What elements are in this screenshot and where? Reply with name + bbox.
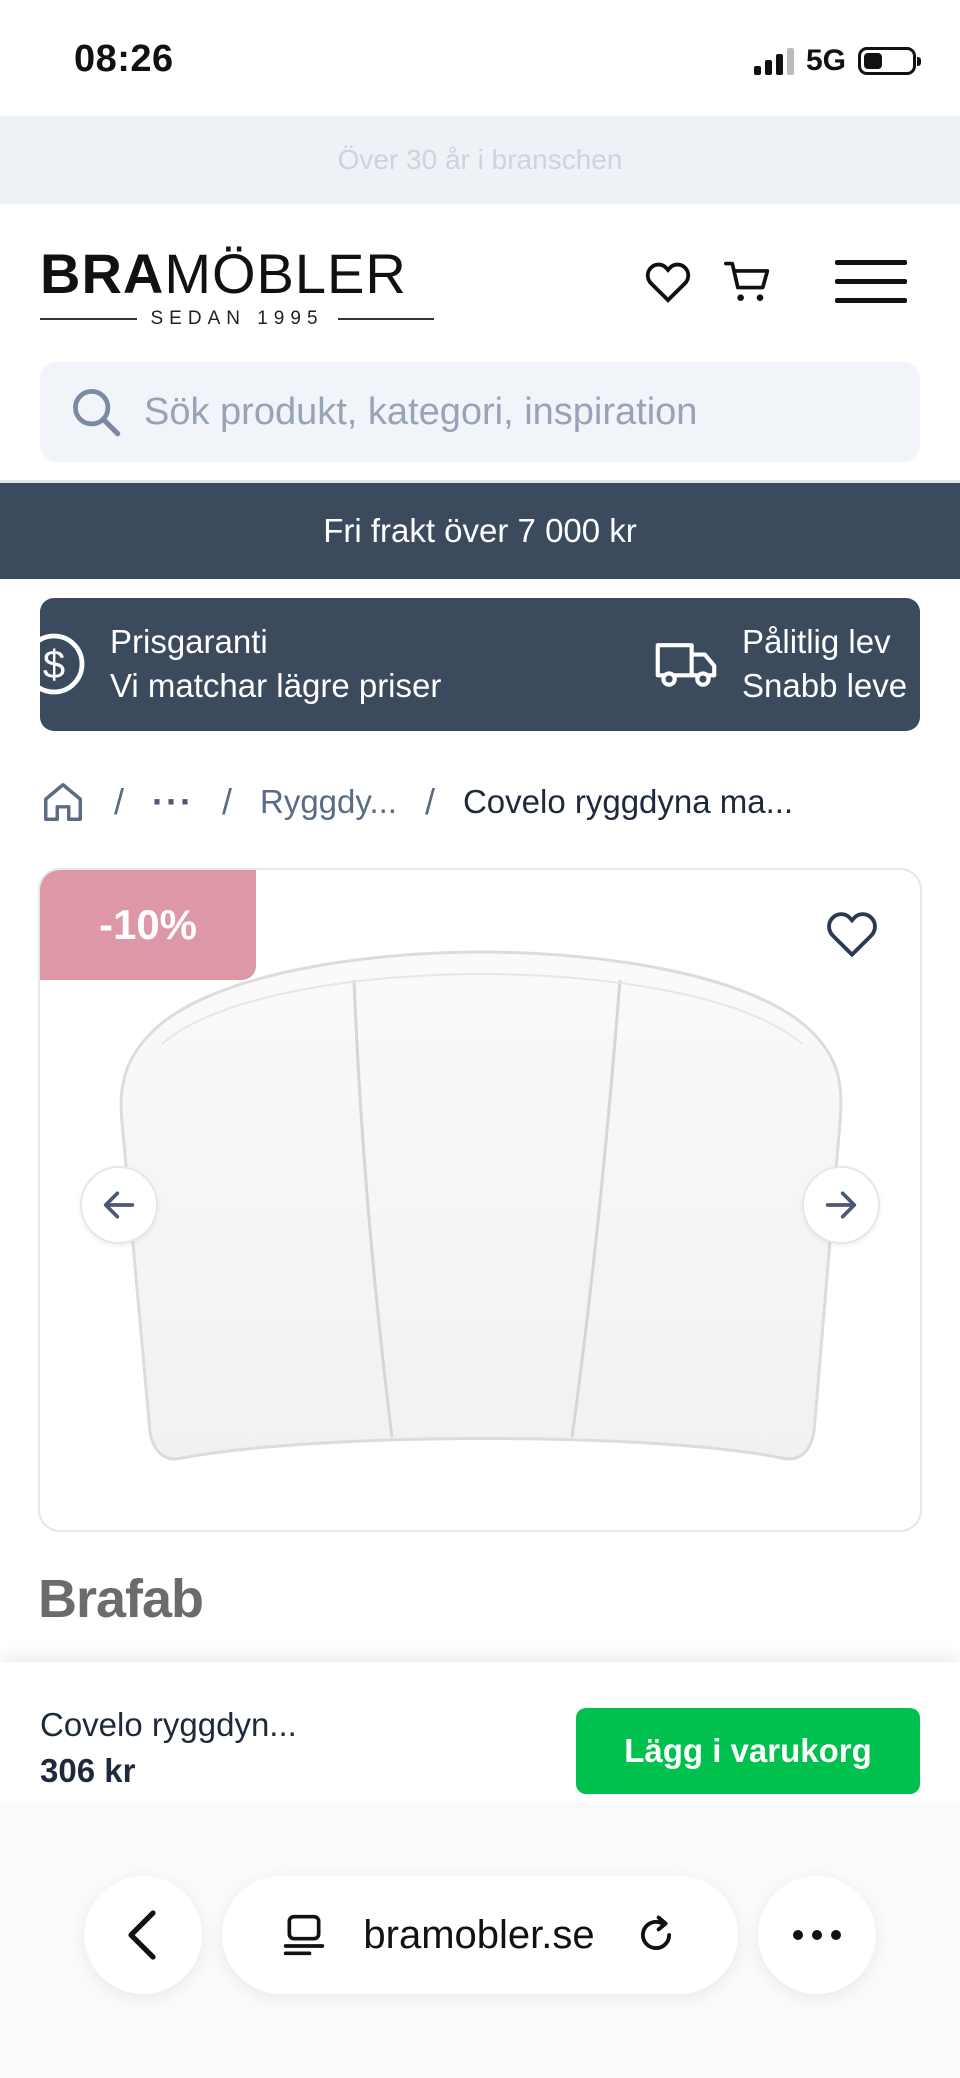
free-shipping-text: Fri frakt över 7 000 kr [323, 512, 637, 549]
browser-toolbar: bramobler.se [0, 1802, 960, 2078]
sticky-product-name: Covelo ryggdyn... [40, 1706, 297, 1743]
chevron-left-icon [128, 1910, 156, 1960]
network-label: 5G [805, 44, 846, 77]
status-bar: 08:26 5G [0, 0, 960, 116]
arrow-left-icon [103, 1191, 135, 1219]
address-bar[interactable]: bramobler.se [222, 1876, 738, 1994]
breadcrumb-link-category[interactable]: Ryggdy... [260, 783, 397, 821]
usp-carousel[interactable]: $ Prisgaranti Vi matchar lägre priser På… [40, 598, 920, 731]
site-logo[interactable]: BRAMÖBLER SEDAN 1995 [40, 242, 435, 330]
arrow-right-icon [825, 1191, 857, 1219]
more-dots-icon [793, 1930, 841, 1940]
breadcrumb-separator: / [221, 781, 232, 822]
reload-icon[interactable] [635, 1914, 677, 1956]
discount-badge: -10% [40, 870, 256, 980]
logo-wordmark: BRAMÖBLER [40, 242, 407, 305]
cart-icon[interactable] [720, 254, 776, 310]
breadcrumb-separator: / [114, 781, 125, 822]
home-icon[interactable] [40, 779, 86, 825]
previous-image-button[interactable] [80, 1166, 158, 1244]
product-brand[interactable]: Brafab [38, 1568, 204, 1630]
status-time: 08:26 [74, 38, 174, 80]
search-input[interactable]: Sök produkt, kategori, inspiration [40, 362, 920, 462]
add-to-cart-button[interactable]: Lägg i varukorg [576, 1708, 920, 1794]
wishlist-heart-icon[interactable] [640, 254, 696, 310]
hamburger-menu-icon[interactable] [834, 254, 908, 310]
breadcrumb-more[interactable]: ··· [152, 781, 194, 823]
next-image-button[interactable] [802, 1166, 880, 1244]
url-text: bramobler.se [363, 1912, 595, 1957]
promo-text: Över 30 år i branschen [337, 144, 623, 175]
search-icon [73, 389, 121, 437]
breadcrumb: / ··· / Ryggdy... / Covelo ryggdyna ma..… [40, 772, 920, 832]
svg-text:$: $ [43, 643, 65, 687]
promo-strip: Över 30 år i branschen [0, 116, 960, 204]
sticky-product-price: 306 kr [40, 1752, 136, 1789]
status-indicators: 5G [753, 44, 921, 78]
product-image [119, 950, 843, 1461]
usp-item-delivery: Pålitlig lev Snabb leve [654, 620, 907, 708]
browser-back-button[interactable] [84, 1876, 202, 1994]
search-placeholder: Sök produkt, kategori, inspiration [144, 390, 698, 433]
truck-icon [655, 643, 717, 687]
product-image-gallery[interactable]: -10% [38, 868, 922, 1532]
signal-icon [753, 47, 794, 75]
site-header: BRAMÖBLER SEDAN 1995 [0, 204, 960, 354]
add-to-wishlist-heart-icon[interactable] [826, 910, 882, 966]
dollar-icon: $ [40, 633, 85, 695]
browser-more-button[interactable] [758, 1876, 876, 1994]
breadcrumb-current: Covelo ryggdyna ma... [462, 783, 794, 820]
sticky-add-to-cart-bar: Covelo ryggdyn... 306 kr Lägg i varukorg [0, 1662, 960, 1802]
battery-icon [858, 47, 921, 75]
logo-tagline: SEDAN 1995 [40, 308, 435, 330]
page-menu-icon[interactable] [283, 1913, 325, 1957]
breadcrumb-separator: / [424, 781, 435, 822]
free-shipping-banner: Fri frakt över 7 000 kr [0, 483, 960, 579]
usp-item-price-guarantee: $ Prisgaranti Vi matchar lägre priser [40, 620, 441, 708]
